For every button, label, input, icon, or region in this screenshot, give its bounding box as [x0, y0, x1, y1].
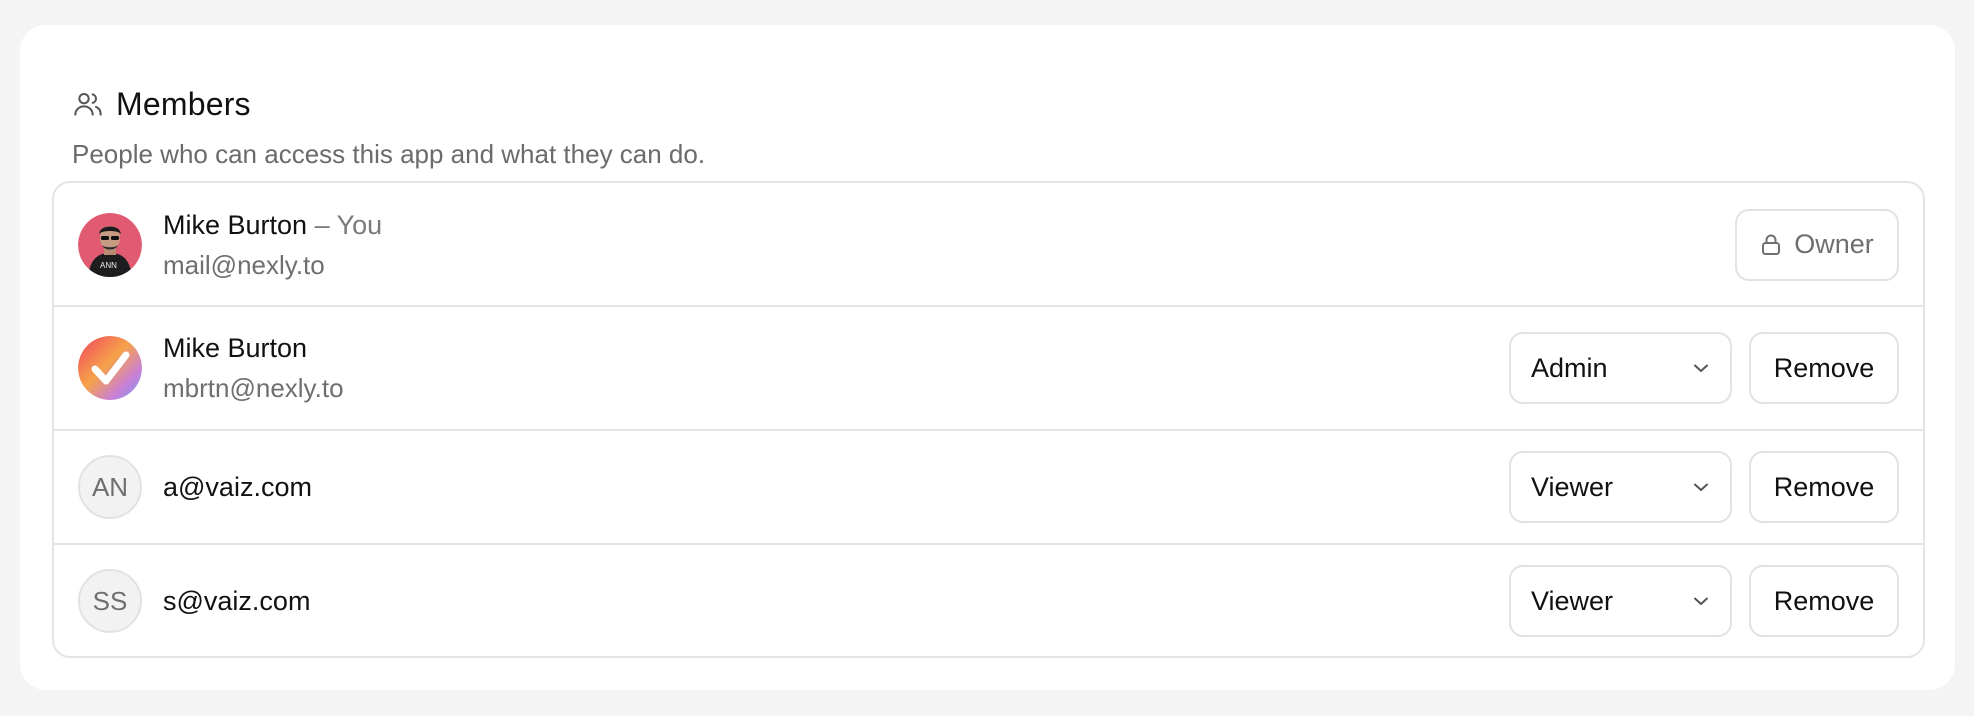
role-select[interactable]: Viewer: [1509, 451, 1732, 523]
chevron-down-icon: [1692, 359, 1710, 377]
avatar-initials: SS: [78, 569, 142, 633]
owner-role-badge: Owner: [1735, 208, 1899, 281]
avatar: [78, 336, 142, 400]
lock-icon: [1760, 233, 1782, 257]
section-subtitle: People who can access this app and what …: [72, 139, 706, 169]
remove-member-button[interactable]: Remove: [1749, 332, 1899, 404]
member-row: ANN Mike Burton – You mail@nexly.to Owne…: [54, 183, 1923, 306]
role-select-value: Admin: [1531, 352, 1608, 383]
member-info: Mike Burton – You mail@nexly.to: [163, 207, 382, 283]
member-row: Mike Burton mbrtn@nexly.to Admin Remove: [54, 306, 1923, 430]
chevron-down-icon: [1692, 592, 1710, 610]
role-select-value: Viewer: [1531, 471, 1614, 502]
chevron-down-icon: [1692, 478, 1710, 496]
avatar-initials: AN: [78, 455, 142, 519]
member-email: s@vaiz.com: [163, 586, 311, 616]
member-row: SS s@vaiz.com Viewer Remove: [54, 544, 1923, 656]
section-title: Members: [116, 86, 251, 122]
member-row: AN a@vaiz.com Viewer Remove: [54, 430, 1923, 544]
svg-text:ANN: ANN: [100, 261, 117, 270]
users-icon: [72, 88, 104, 120]
remove-member-button[interactable]: Remove: [1749, 565, 1899, 637]
remove-member-button[interactable]: Remove: [1749, 451, 1899, 523]
member-name-line: Mike Burton – You: [163, 207, 382, 243]
member-email: mbrtn@nexly.to: [163, 373, 344, 403]
owner-role-label: Owner: [1794, 229, 1874, 259]
member-info: Mike Burton mbrtn@nexly.to: [163, 330, 344, 406]
members-list: ANN Mike Burton – You mail@nexly.to Owne…: [52, 181, 1925, 658]
role-select[interactable]: Viewer: [1509, 565, 1732, 637]
member-name: Mike Burton: [163, 333, 308, 363]
you-label: – You: [314, 210, 383, 240]
member-name: Mike Burton: [163, 210, 308, 240]
members-header: Members: [72, 83, 251, 125]
member-email: mail@nexly.to: [163, 250, 325, 280]
role-select-value: Viewer: [1531, 585, 1614, 616]
member-info: s@vaiz.com: [163, 583, 310, 619]
member-info: a@vaiz.com: [163, 469, 312, 505]
avatar: ANN: [78, 212, 142, 277]
member-email: a@vaiz.com: [163, 472, 312, 502]
role-select[interactable]: Admin: [1509, 332, 1732, 404]
